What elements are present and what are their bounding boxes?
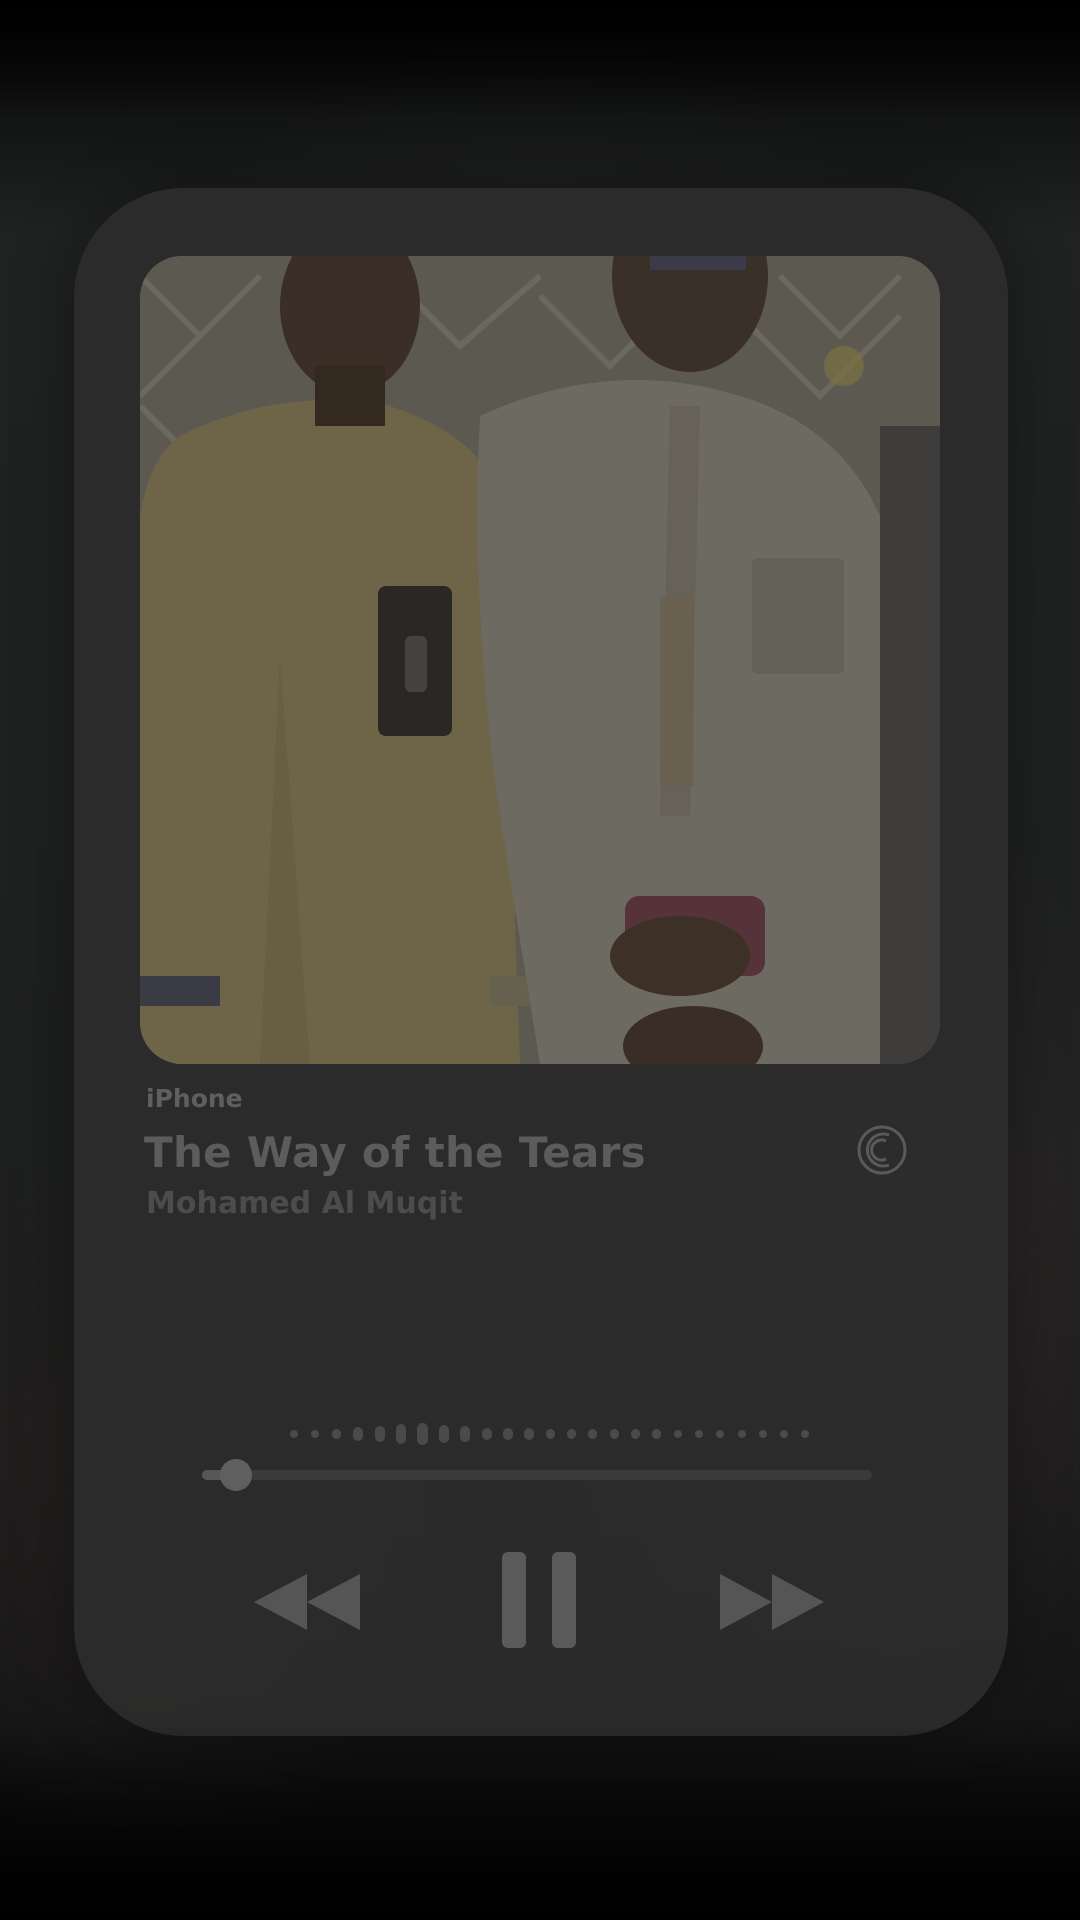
backward-icon: [254, 1574, 360, 1630]
background-top-fade: [0, 0, 1080, 120]
pause-button[interactable]: [502, 1552, 576, 1648]
audio-waveform: [290, 1423, 809, 1445]
now-playing-screen: iPhone The Way of the Tears Mohamed Al M…: [0, 0, 1080, 1920]
output-source-label: iPhone: [146, 1084, 243, 1113]
progress-thumb[interactable]: [219, 1459, 252, 1491]
artist-name: Mohamed Al Muqit: [146, 1186, 463, 1221]
rewind-button[interactable]: [254, 1574, 360, 1630]
album-artwork: [140, 256, 940, 1064]
progress-bar[interactable]: [202, 1459, 872, 1491]
background-bottom-fade: [0, 1720, 1080, 1920]
forward-icon: [720, 1574, 824, 1630]
song-title: The Way of the Tears: [144, 1128, 646, 1177]
pause-icon: [502, 1552, 576, 1648]
artwork-image: [140, 256, 940, 1064]
forward-button[interactable]: [720, 1574, 824, 1630]
airplay-icon[interactable]: [856, 1124, 908, 1176]
